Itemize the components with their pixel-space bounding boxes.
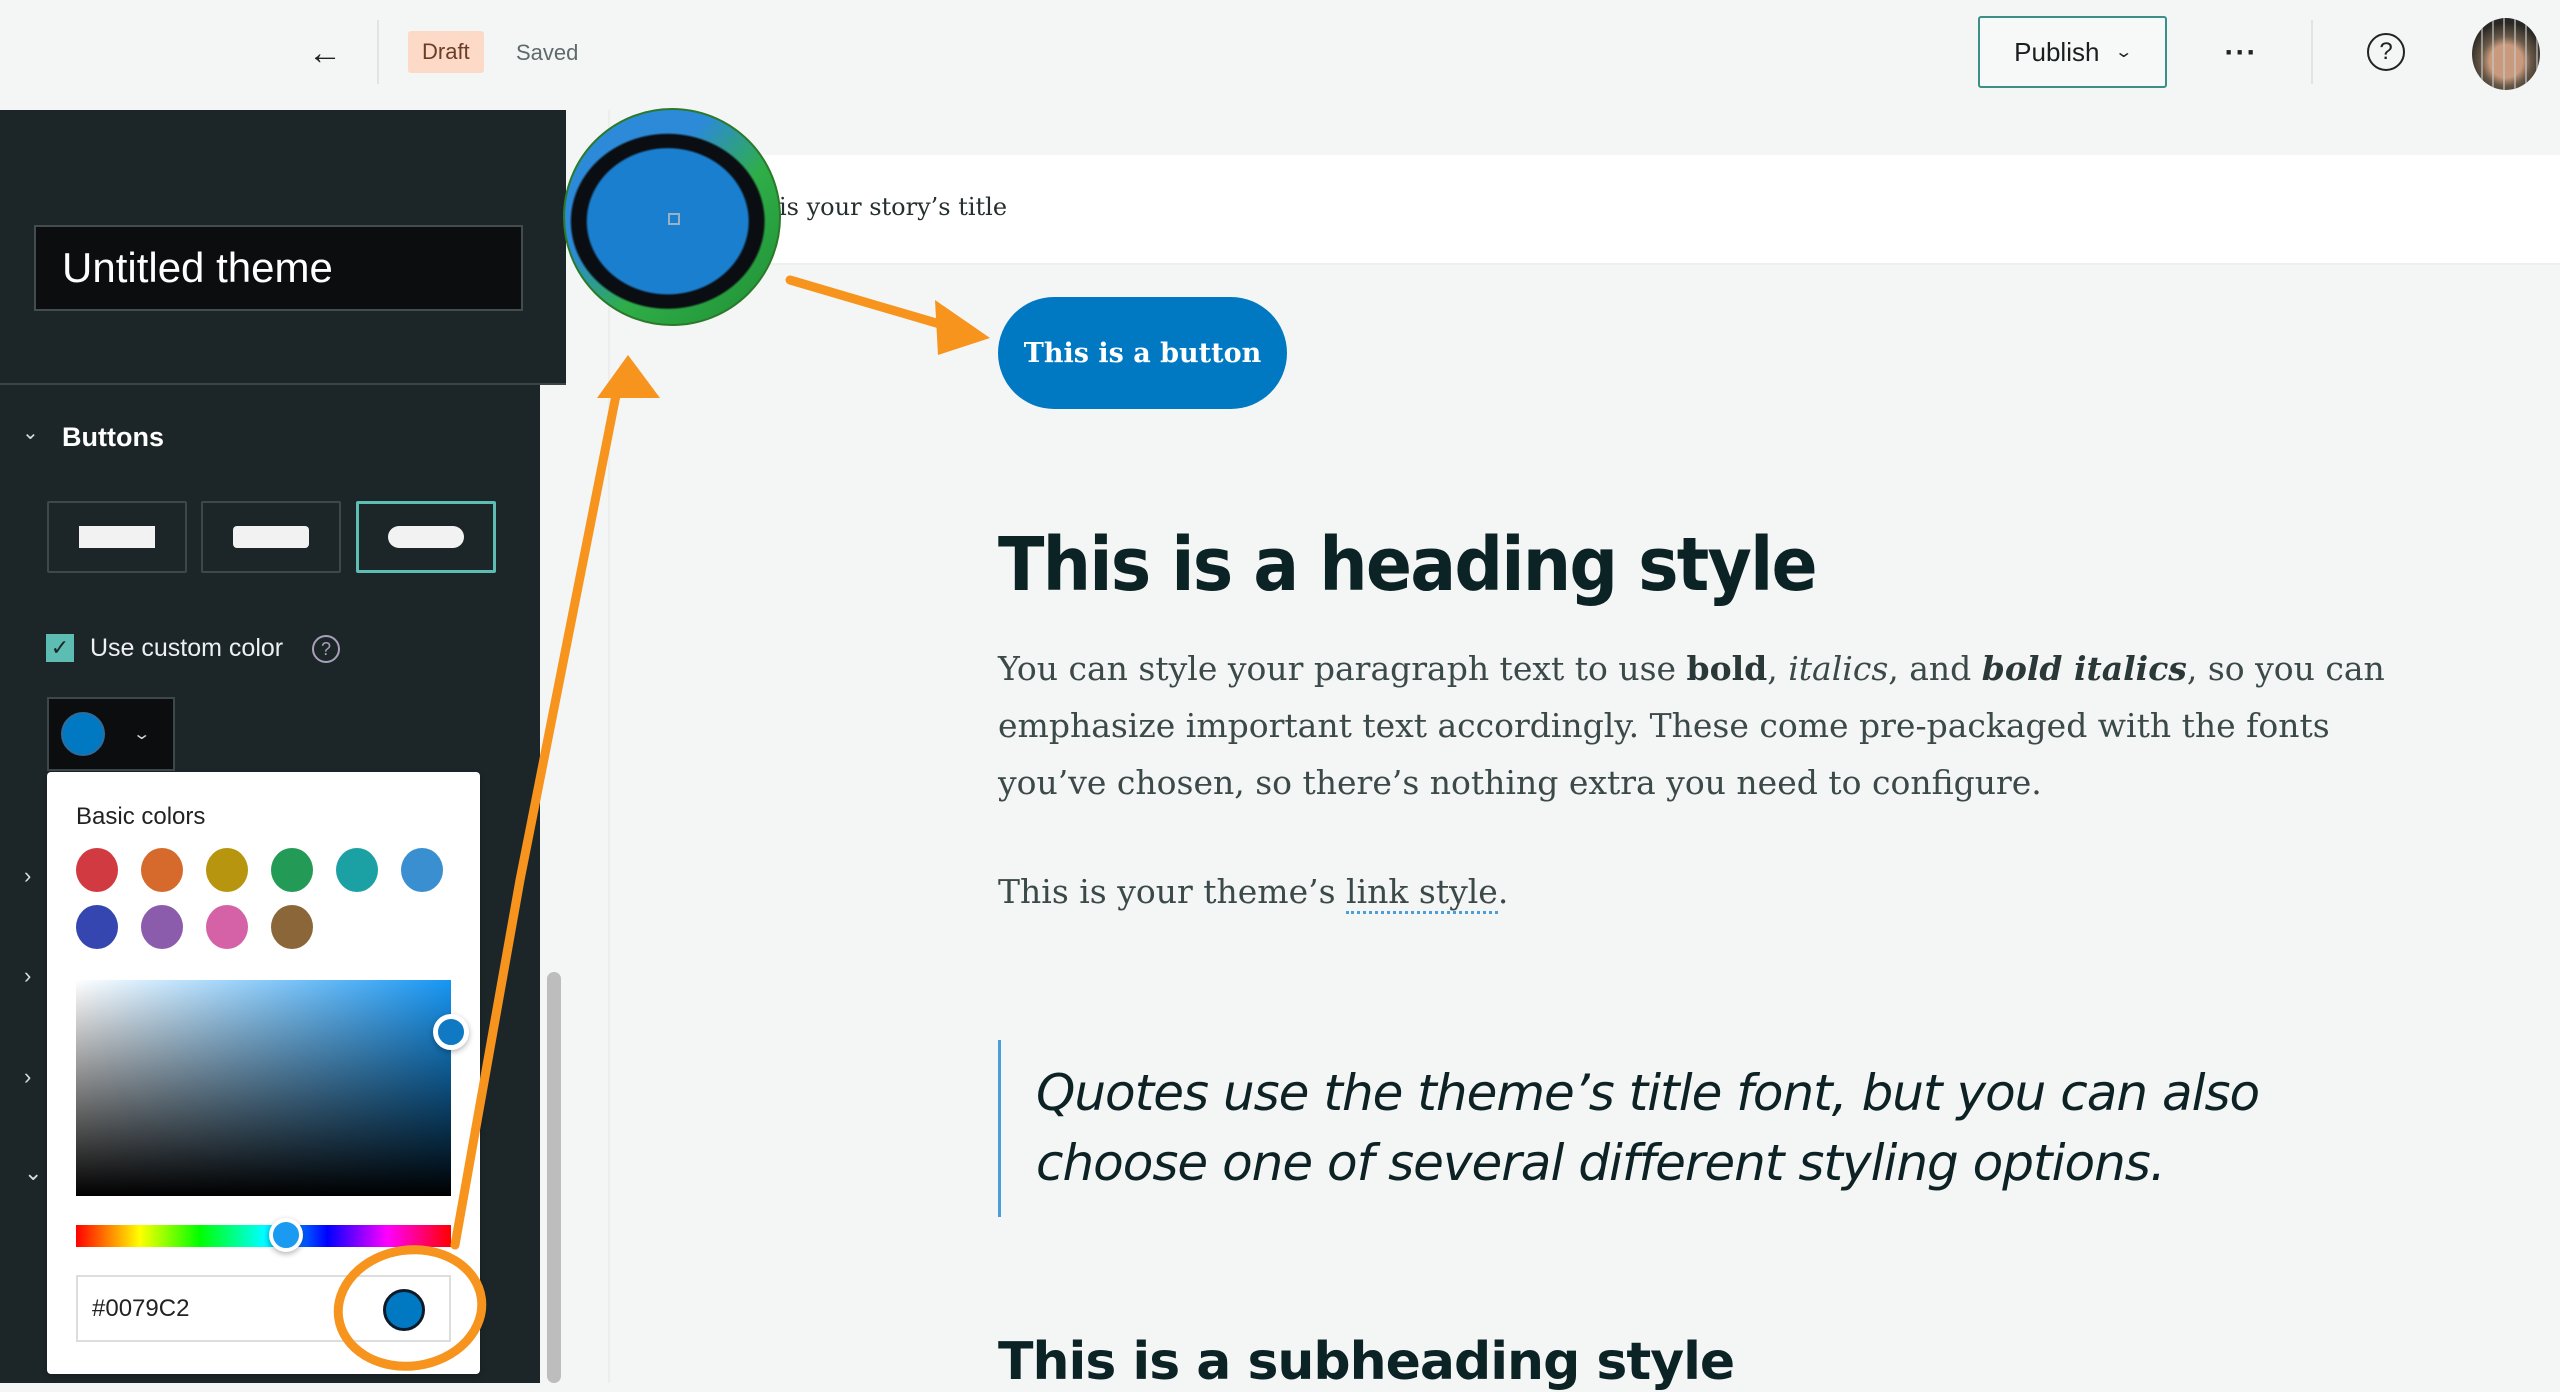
rounded-shape-icon [233, 526, 309, 548]
story-title[interactable]: is your story’s title [779, 193, 1007, 221]
header-divider [2311, 20, 2313, 84]
bold-text: bold [1686, 649, 1768, 688]
current-color-swatch [61, 712, 105, 756]
saturation-brightness-area[interactable] [76, 980, 451, 1196]
basic-color-swatch[interactable] [141, 905, 183, 949]
button-shape-rounded[interactable] [201, 501, 341, 573]
panel-scrollbar[interactable] [547, 972, 561, 1383]
basic-color-swatch[interactable] [76, 905, 118, 949]
annotation-arrowhead [935, 300, 990, 355]
button-shape-pill[interactable] [356, 501, 496, 573]
theme-name-input[interactable]: Untitled theme [34, 225, 523, 311]
link-suffix: . [1497, 872, 1509, 911]
status-badge: Draft [408, 31, 484, 73]
chevron-right-icon[interactable]: › [24, 1064, 31, 1090]
basic-color-swatch[interactable] [141, 848, 183, 892]
chevron-down-icon[interactable]: ⌄ [24, 1160, 42, 1186]
color-picker-popover: Basic colors #0079C2 [47, 772, 480, 1374]
quote-accent-bar [998, 1040, 1001, 1217]
basic-color-swatch[interactable] [271, 848, 313, 892]
story-title-bar [760, 155, 2560, 265]
chevron-down-icon[interactable]: ⌄ [22, 420, 39, 445]
sample-link-line: This is your theme’s link style. [998, 872, 1509, 914]
custom-color-label: Use custom color [90, 634, 284, 662]
annotation-arrow-to-button [785, 275, 965, 335]
crosshair-icon [668, 213, 680, 225]
paragraph-text: , and [1888, 649, 1982, 688]
custom-color-checkbox[interactable]: ✓ [46, 634, 74, 662]
chevron-right-icon[interactable]: › [24, 863, 31, 889]
square-shape-icon [79, 526, 155, 548]
sample-subheading: This is a subheading style [998, 1332, 1735, 1392]
publish-label: Publish [2014, 36, 2100, 67]
hue-slider[interactable] [76, 1225, 451, 1247]
basic-color-swatch[interactable] [76, 848, 118, 892]
saturation-brightness-handle[interactable] [433, 1013, 469, 1050]
basic-color-swatch[interactable] [206, 905, 248, 949]
pill-shape-icon [388, 526, 464, 548]
basic-color-swatch[interactable] [336, 848, 378, 892]
link-prefix: This is your theme’s [998, 872, 1347, 911]
avatar[interactable] [2472, 18, 2540, 90]
sample-paragraph: You can style your paragraph text to use… [998, 640, 2418, 811]
basic-colors-label: Basic colors [76, 803, 206, 830]
sample-link[interactable]: link style [1346, 872, 1498, 914]
section-title-buttons[interactable]: Buttons [62, 422, 164, 453]
help-icon[interactable]: ? [2367, 33, 2405, 71]
hue-slider-handle[interactable] [269, 1218, 303, 1252]
basic-color-swatch[interactable] [271, 905, 313, 949]
help-icon[interactable]: ? [312, 635, 340, 663]
more-options-icon[interactable]: ··· [2216, 30, 2266, 76]
top-bar: ← Draft Saved Publish ⌄ ··· ? [0, 0, 2560, 110]
arrow-left-icon[interactable]: ← [300, 30, 350, 76]
save-status: Saved [516, 40, 579, 65]
publish-button[interactable]: Publish ⌄ [1978, 16, 2167, 88]
header-divider [377, 20, 379, 84]
chevron-right-icon[interactable]: › [24, 963, 31, 989]
basic-color-swatch[interactable] [206, 848, 248, 892]
button-shape-square[interactable] [47, 501, 187, 573]
sample-quote: Quotes use the theme’s title font, but y… [1036, 1064, 2260, 1192]
chevron-down-icon: ⌄ [132, 726, 152, 743]
sample-button[interactable]: This is a button [998, 297, 1287, 409]
bold-italic-text: bold italics [1981, 649, 2187, 688]
italic-text: italics [1788, 649, 1889, 688]
basic-color-swatch[interactable] [401, 848, 443, 892]
color-dropdown[interactable]: ⌄ [47, 697, 175, 771]
paragraph-text: , [1767, 649, 1789, 688]
color-eyedropper-magnifier [563, 108, 781, 326]
color-preview-swatch[interactable] [383, 1289, 425, 1331]
paragraph-text: You can style your paragraph text to use [998, 649, 1687, 688]
sample-heading: This is a heading style [998, 522, 1818, 608]
chevron-down-icon: ⌄ [2114, 44, 2134, 61]
